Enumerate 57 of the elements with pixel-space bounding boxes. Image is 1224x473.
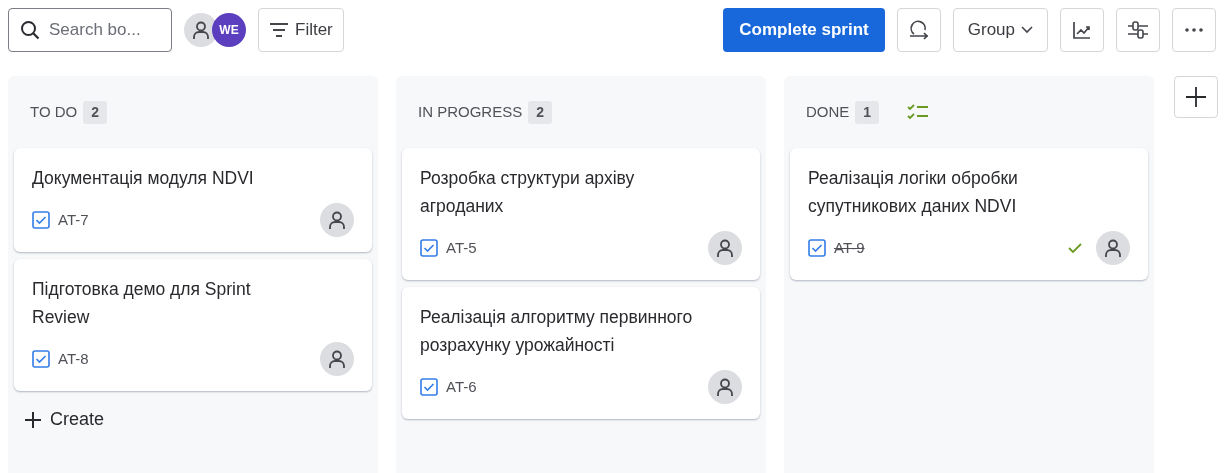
create-button[interactable]: Create [14, 398, 115, 441]
plus-icon [24, 410, 42, 429]
issue-key[interactable]: AT-8 [58, 347, 89, 371]
user-avatar[interactable]: WE [212, 13, 246, 47]
issue-key[interactable]: AT-7 [58, 208, 89, 232]
user-icon [1103, 238, 1123, 258]
task-checkbox-icon [420, 239, 438, 257]
settings-button[interactable] [1116, 8, 1160, 52]
chart-icon [1072, 20, 1092, 40]
group-button[interactable]: Group [952, 8, 1048, 52]
sliders-icon [1127, 20, 1149, 40]
issue-title: Розробка структури архіву агроданих [420, 167, 636, 218]
issue-title: Підготовка демо для Sprint Review [32, 278, 252, 329]
user-icon [191, 20, 211, 40]
search-field[interactable]: Search bo... [8, 8, 172, 52]
column-title: DONE [806, 101, 850, 122]
issue-count: 1 [855, 100, 880, 124]
issue-card[interactable]: Документація модуля NDVI AT-7 [14, 148, 372, 252]
more-icon [1184, 27, 1204, 33]
user-icon [715, 377, 735, 397]
issue-key[interactable]: AT-6 [446, 375, 477, 399]
assignee-avatar[interactable] [320, 342, 354, 376]
task-checkbox-icon [808, 239, 826, 257]
issue-count: 2 [528, 100, 552, 124]
task-checkbox-icon [420, 378, 438, 396]
chevron-down-icon [1021, 26, 1033, 34]
issue-title: Документація модуля NDVI [32, 167, 255, 190]
task-checkbox-icon [32, 350, 50, 368]
issue-card[interactable]: Реалізація алгоритму первинного розрахунку урожайності AT-6 [402, 287, 760, 419]
assignee-avatar[interactable] [708, 231, 742, 265]
add-column-button[interactable] [1174, 76, 1218, 118]
issue-card[interactable]: Підготовка демо для Sprint Review AT-8 [14, 259, 372, 391]
column-title: TO DO [30, 101, 78, 122]
insights-button[interactable] [1060, 8, 1104, 52]
issue-card[interactable]: Розробка структури архіву агроданих AT-5 [402, 148, 760, 280]
user-icon [327, 210, 347, 230]
user-icon [327, 349, 347, 369]
rotate-button[interactable] [896, 8, 941, 52]
filter-icon [269, 22, 289, 38]
plus-icon [1185, 86, 1207, 108]
issue-key[interactable]: AT-5 [446, 236, 477, 260]
assignee-avatar[interactable] [320, 203, 354, 237]
task-checkbox-icon [32, 211, 50, 229]
filter-button[interactable]: Filter [258, 8, 344, 52]
issue-count: 2 [83, 100, 108, 124]
loop-arrow-icon [907, 20, 930, 40]
search-icon [20, 20, 40, 40]
complete-sprint-button[interactable]: Complete sprint [723, 8, 885, 52]
assignee-avatar[interactable] [1096, 231, 1130, 265]
issue-card[interactable]: Реалізація логіки обробки супутникових даних NDVI AT-9 [790, 148, 1148, 280]
issue-title: Реалізація логіки обробки супутникових даних NDVI [808, 167, 1019, 218]
column-title: IN PROGRESS [418, 101, 523, 122]
issue-title: Реалізація алгоритму первинного розрахунку урожайності [420, 306, 694, 357]
assignee-avatar[interactable] [708, 370, 742, 404]
issue-key[interactable]: AT-9 [834, 236, 865, 260]
check-icon [1068, 242, 1082, 254]
user-icon [715, 238, 735, 258]
